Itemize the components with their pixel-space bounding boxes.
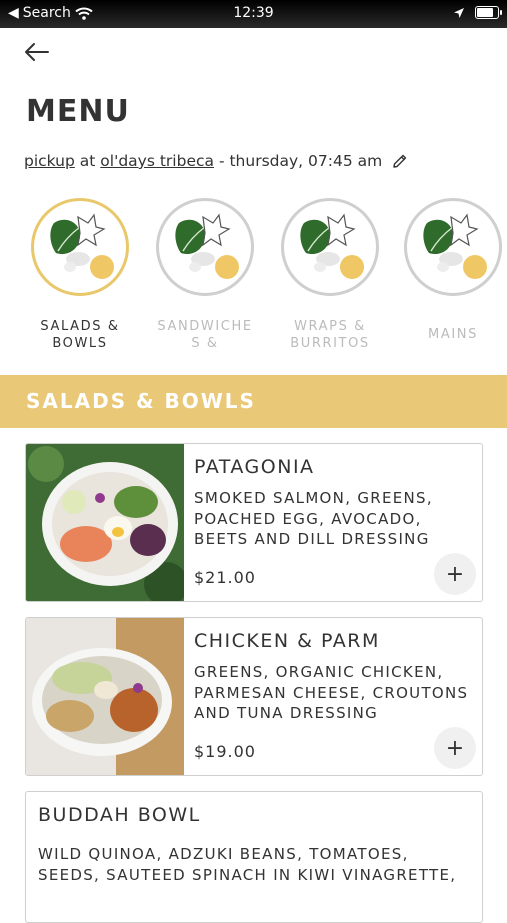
order-connector: at <box>79 152 96 170</box>
item-price: $21.00 <box>194 568 256 587</box>
status-bar: ◀ Search 12:39 <box>0 0 507 28</box>
menu-item-card[interactable]: CHICKEN & PARM GREENS, ORGANIC CHICKEN, … <box>25 617 483 776</box>
category-label: MAINS <box>428 327 478 342</box>
menu-item-card[interactable]: BUDDAH BOWL WILD QUINOA, ADZUKI BEANS, T… <box>25 791 483 923</box>
category-mains[interactable]: MAINS <box>404 198 502 343</box>
item-details: BUDDAH BOWL WILD QUINOA, ADZUKI BEANS, T… <box>38 804 476 885</box>
item-name: PATAGONIA <box>194 456 315 478</box>
item-price: $19.00 <box>194 742 256 761</box>
leaf-flower-icon <box>423 213 487 279</box>
store-location-link[interactable]: ol'days tribeca <box>100 152 214 170</box>
leaf-flower-icon <box>175 213 239 279</box>
item-description: SMOKED SALMON, GREENS, POACHED EGG, AVOC… <box>194 489 433 548</box>
category-label: WRAPS & BURRITOS <box>290 319 370 351</box>
section-header: SALADS & BOWLS <box>0 375 507 428</box>
edit-order-button[interactable] <box>392 153 408 169</box>
leaf-flower-icon <box>50 213 114 279</box>
pencil-icon <box>393 154 407 168</box>
back-button[interactable] <box>22 38 54 66</box>
order-schedule: - thursday, 07:45 am <box>218 152 383 170</box>
category-label: SALADS & BOWLS <box>40 319 120 351</box>
category-illustration <box>404 198 502 296</box>
leaf-flower-icon <box>300 213 364 279</box>
category-salads-bowls[interactable]: SALADS & BOWLS <box>31 198 129 352</box>
item-details: CHICKEN & PARM GREENS, ORGANIC CHICKEN, … <box>194 630 476 724</box>
category-illustration <box>31 198 129 296</box>
add-to-cart-button[interactable]: + <box>434 727 476 769</box>
order-mode-link[interactable]: pickup <box>24 152 75 170</box>
clock: 12:39 <box>233 5 274 21</box>
add-to-cart-button[interactable]: + <box>434 553 476 595</box>
plus-icon: + <box>445 561 465 587</box>
item-description: GREENS, ORGANIC CHICKEN, PARMESAN CHEESE… <box>194 663 469 722</box>
item-details: PATAGONIA SMOKED SALMON, GREENS, POACHED… <box>194 456 476 550</box>
location-icon <box>454 7 464 18</box>
category-sandwiches[interactable]: SANDWICHE S & <box>156 198 254 352</box>
menu-item-card[interactable]: PATAGONIA SMOKED SALMON, GREENS, POACHED… <box>25 443 483 602</box>
category-wraps-burritos[interactable]: WRAPS & BURRITOS <box>281 198 379 352</box>
arrow-left-icon <box>25 43 49 61</box>
item-name: BUDDAH BOWL <box>38 804 201 826</box>
plus-icon: + <box>445 735 465 761</box>
item-description: WILD QUINOA, ADZUKI BEANS, TOMATOES, SEE… <box>38 845 457 884</box>
page-title: MENU <box>26 94 130 129</box>
item-name: CHICKEN & PARM <box>194 630 380 652</box>
category-illustration <box>156 198 254 296</box>
category-illustration <box>281 198 379 296</box>
status-right <box>453 6 502 19</box>
salmon-bowl-image <box>26 444 184 601</box>
category-label: SANDWICHE S & <box>157 319 253 351</box>
battery-icon <box>475 6 502 19</box>
chicken-bowl-image <box>26 618 184 775</box>
section-title: SALADS & BOWLS <box>26 389 256 413</box>
order-details: pickup at ol'days tribeca - thursday, 07… <box>24 152 408 170</box>
